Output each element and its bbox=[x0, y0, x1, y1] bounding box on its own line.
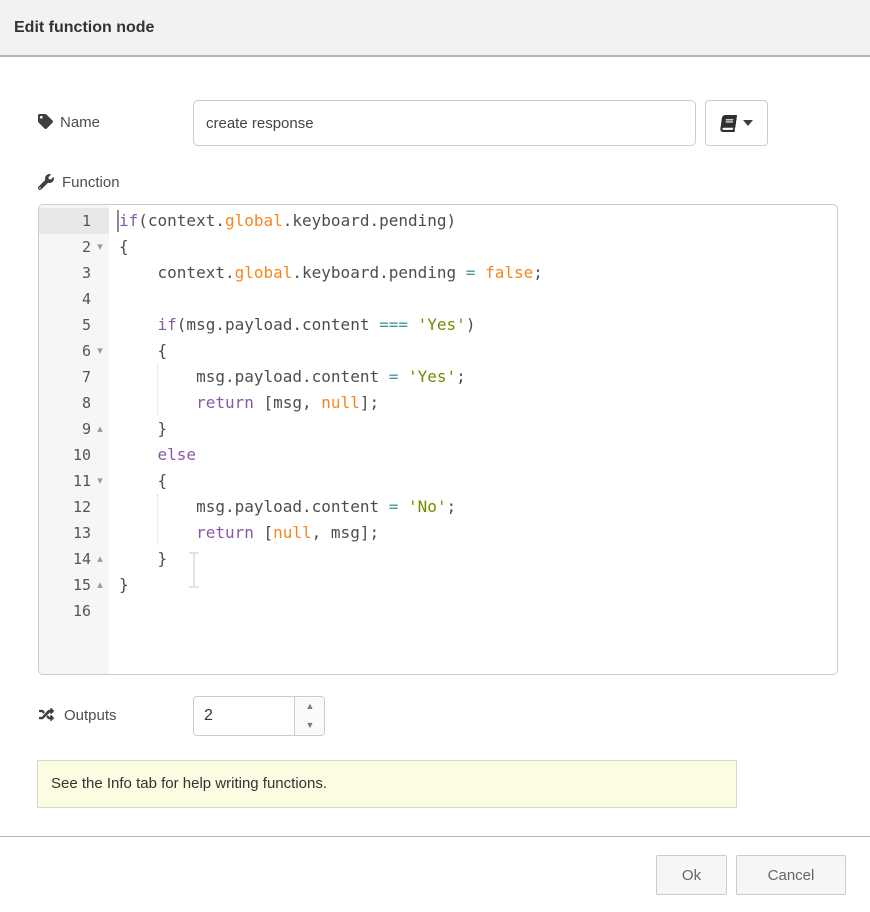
outputs-spinner: ▲ ▼ bbox=[193, 696, 325, 736]
line-number: 3 bbox=[39, 260, 109, 286]
line-number: 12 bbox=[39, 494, 109, 520]
text-cursor bbox=[117, 210, 119, 232]
code-line: return [msg, null]; bbox=[109, 390, 837, 416]
fold-toggle-icon[interactable]: ▴ bbox=[93, 546, 107, 572]
code-line: } bbox=[109, 572, 837, 598]
name-input[interactable] bbox=[193, 100, 696, 146]
fold-toggle-icon[interactable]: ▴ bbox=[93, 572, 107, 598]
outputs-input[interactable] bbox=[194, 697, 294, 735]
footer-divider bbox=[0, 836, 870, 837]
edit-function-node-dialog: Edit function node Name Function 12▾3456… bbox=[0, 0, 870, 912]
gutter-row: 15▴ bbox=[39, 572, 109, 598]
gutter-row: 1 bbox=[39, 208, 109, 234]
code-line: { bbox=[109, 234, 837, 260]
gutter-row: 2▾ bbox=[39, 234, 109, 260]
code-line: msg.payload.content = 'Yes'; bbox=[109, 364, 837, 390]
wrench-icon bbox=[38, 174, 54, 190]
code-line bbox=[109, 286, 837, 312]
form-tip-text: See the Info tab for help writing functi… bbox=[51, 761, 327, 807]
line-number: 16 bbox=[39, 598, 109, 624]
line-number: 8 bbox=[39, 390, 109, 416]
gutter-row: 11▾ bbox=[39, 468, 109, 494]
fold-toggle-icon[interactable]: ▾ bbox=[93, 234, 107, 260]
code-editor[interactable]: 12▾3456▾789▴1011▾121314▴15▴16 if(context… bbox=[38, 204, 838, 675]
code-line: msg.payload.content = 'No'; bbox=[109, 494, 837, 520]
library-button[interactable] bbox=[705, 100, 768, 146]
code-line: if(msg.payload.content === 'Yes') bbox=[109, 312, 837, 338]
gutter-row: 5 bbox=[39, 312, 109, 338]
editor-gutter: 12▾3456▾789▴1011▾121314▴15▴16 bbox=[39, 205, 109, 674]
code-line bbox=[109, 598, 837, 624]
editor-code-area: if(context.global.keyboard.pending){ con… bbox=[109, 205, 837, 674]
fold-toggle-icon[interactable]: ▾ bbox=[93, 338, 107, 364]
line-number: 5 bbox=[39, 312, 109, 338]
function-label: Function bbox=[62, 174, 120, 191]
code-line: } bbox=[109, 546, 837, 572]
fold-toggle-icon[interactable]: ▾ bbox=[93, 468, 107, 494]
dialog-header: Edit function node bbox=[0, 0, 870, 57]
indent-guide bbox=[157, 364, 158, 416]
gutter-row: 9▴ bbox=[39, 416, 109, 442]
caret-down-icon bbox=[743, 120, 753, 126]
code-line: if(context.global.keyboard.pending) bbox=[109, 208, 837, 234]
gutter-row: 14▴ bbox=[39, 546, 109, 572]
line-number: 10 bbox=[39, 442, 109, 468]
spinner-up-button[interactable]: ▲ bbox=[295, 697, 325, 716]
gutter-row: 7 bbox=[39, 364, 109, 390]
line-number: 4 bbox=[39, 286, 109, 312]
code-line: else bbox=[109, 442, 837, 468]
line-number: 1 bbox=[39, 208, 109, 234]
gutter-row: 12 bbox=[39, 494, 109, 520]
tag-icon bbox=[38, 114, 53, 129]
code-line: return [null, msg]; bbox=[109, 520, 837, 546]
code-line: } bbox=[109, 416, 837, 442]
mouse-ibeam-pointer bbox=[187, 551, 201, 589]
gutter-row: 8 bbox=[39, 390, 109, 416]
book-icon bbox=[721, 115, 736, 132]
code-line: context.global.keyboard.pending = false; bbox=[109, 260, 837, 286]
indent-guide bbox=[157, 494, 158, 546]
cancel-button[interactable]: Cancel bbox=[736, 855, 846, 895]
gutter-row: 13 bbox=[39, 520, 109, 546]
spinner-down-button[interactable]: ▼ bbox=[295, 716, 325, 735]
code-line: { bbox=[109, 468, 837, 494]
name-label: Name bbox=[60, 114, 100, 131]
gutter-row: 3 bbox=[39, 260, 109, 286]
dialog-title: Edit function node bbox=[14, 0, 154, 55]
gutter-row: 16 bbox=[39, 598, 109, 624]
fold-toggle-icon[interactable]: ▴ bbox=[93, 416, 107, 442]
gutter-row: 6▾ bbox=[39, 338, 109, 364]
line-number: 13 bbox=[39, 520, 109, 546]
outputs-label: Outputs bbox=[64, 707, 117, 724]
spinner-buttons: ▲ ▼ bbox=[294, 697, 324, 735]
gutter-row: 10 bbox=[39, 442, 109, 468]
ok-button[interactable]: Ok bbox=[656, 855, 727, 895]
code-line: { bbox=[109, 338, 837, 364]
line-number: 7 bbox=[39, 364, 109, 390]
gutter-row: 4 bbox=[39, 286, 109, 312]
form-tip-box: See the Info tab for help writing functi… bbox=[37, 760, 737, 808]
shuffle-icon bbox=[38, 707, 55, 722]
